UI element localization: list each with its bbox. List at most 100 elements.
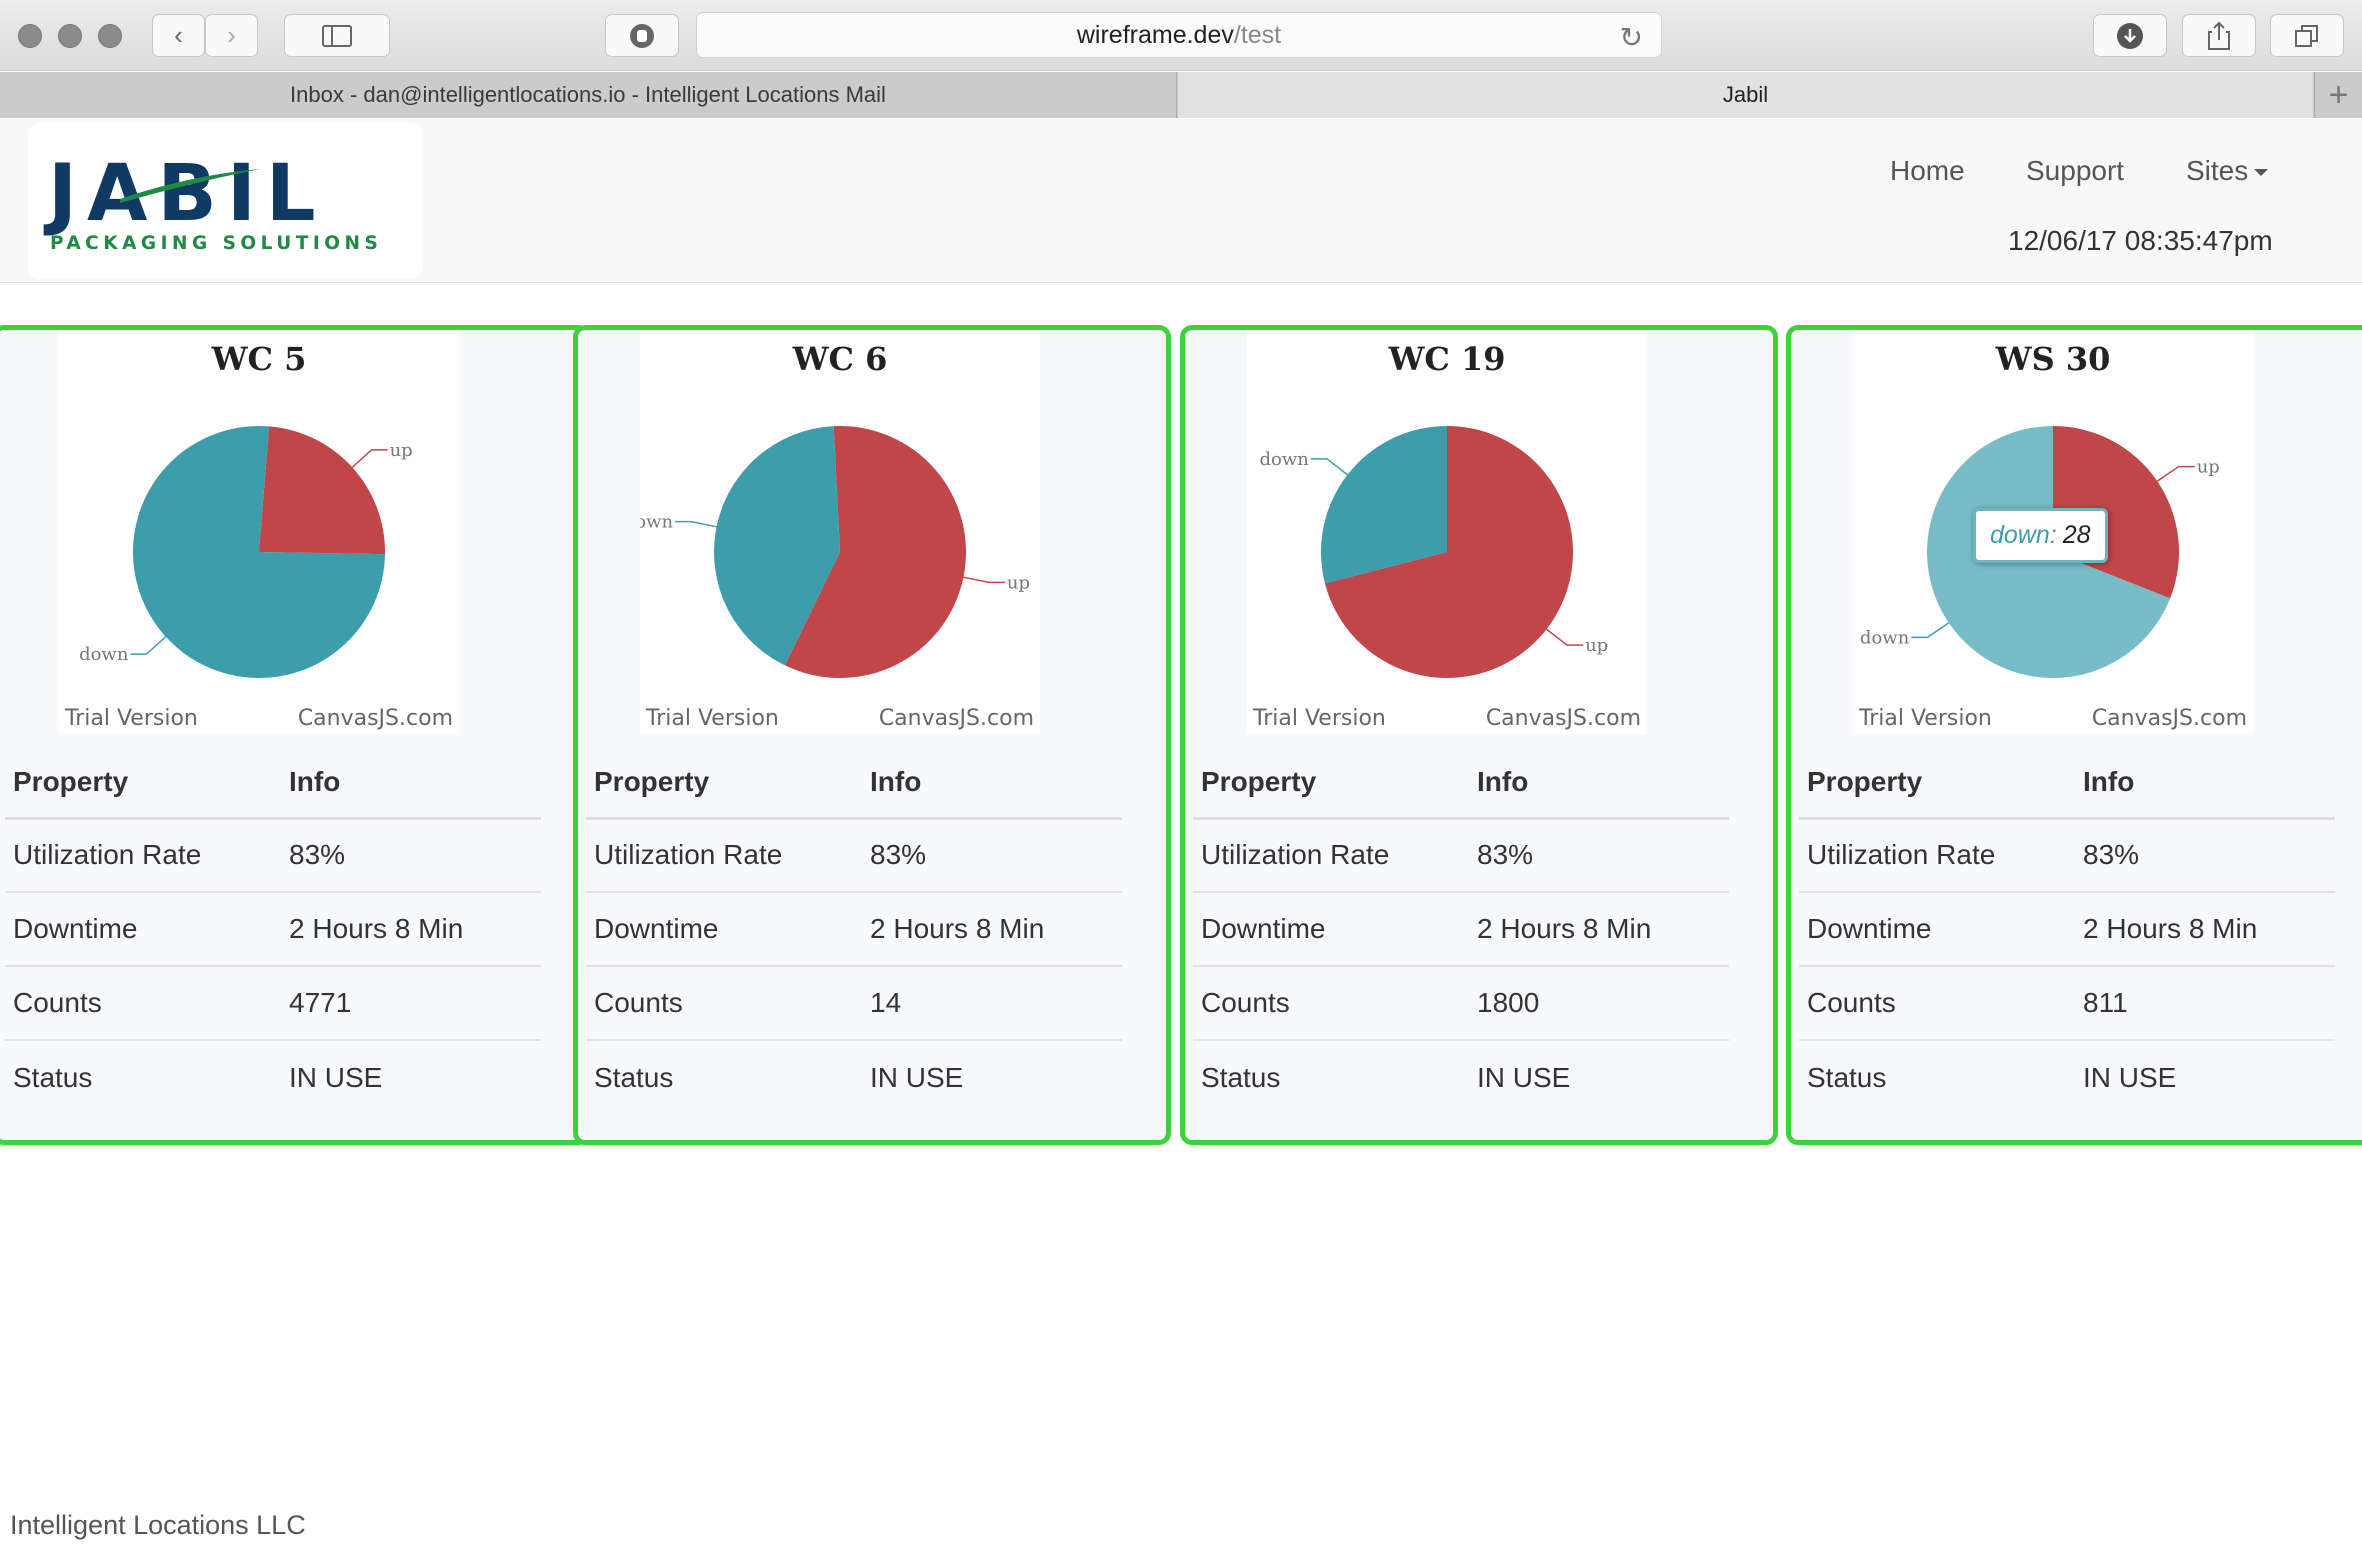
table-row: Utilization Rate 83% [586,818,1122,893]
url-host: wireframe.dev [1076,20,1234,49]
property-header: Property [5,748,281,820]
property-cell: Downtime [1799,892,2075,967]
property-cell: Counts [1799,966,2075,1041]
property-cell: Utilization Rate [1193,818,1469,893]
pie-label: down [1860,627,1910,648]
close-window-button[interactable] [18,24,42,48]
property-table: Property Info Utilization Rate 83% Downt… [1193,748,1729,1114]
tab-jabil[interactable]: Jabil [1178,72,2313,118]
pie-label: up [2197,457,2220,478]
table-row: Downtime 2 Hours 8 Min [1799,892,2335,967]
table-row: Status IN USE [5,1040,541,1114]
pie-label: up [1585,635,1608,656]
property-table: Property Info Utilization Rate 83% Downt… [586,748,1122,1114]
tabs-icon [2295,24,2318,47]
info-cell: 2 Hours 8 Min [281,892,541,967]
sidebar-button[interactable] [284,14,390,57]
property-header: Property [586,748,862,820]
pie-slice-up[interactable] [259,426,386,555]
forward-button[interactable]: › [205,14,258,57]
info-header: Info [1469,748,1729,820]
trial-watermark: Trial Version [1253,706,1386,731]
chevron-right-icon: › [227,20,236,50]
tab-bar: Inbox - dan@intelligentlocations.io - In… [0,72,2362,118]
pie-chart[interactable]: WC 5 up down Trial Version CanvasJS.com [59,330,459,735]
nav-sites-label: Sites [2186,155,2249,186]
property-cell: Downtime [5,892,281,967]
info-cell: 811 [2075,966,2335,1041]
info-cell: IN USE [1477,1061,1571,1093]
browser-toolbar: ‹ › wireframe.dev/test ↻ [0,0,2362,71]
reload-icon[interactable]: ↻ [1620,21,1643,54]
pie-label: down [1260,449,1310,470]
tooltip-value: 28 [2062,521,2091,549]
table-row: Counts 1800 [1193,966,1729,1041]
jabil-logo[interactable]: JABIL PACKAGING SOLUTIONS [28,123,423,279]
tab-label: Inbox - dan@intelligentlocations.io - In… [290,82,886,107]
downloads-button[interactable] [2093,14,2167,57]
pie-label: down [79,644,129,665]
tab-label: Jabil [1722,82,1769,107]
pie-label-leader [1546,628,1584,646]
tab-inbox[interactable]: Inbox - dan@intelligentlocations.io - In… [0,72,1177,118]
nav-support[interactable]: Support [2026,155,2124,187]
pie-chart[interactable]: WS 30 up down Trial Version CanvasJS.com … [1853,330,2253,735]
property-cell: Utilization Rate [5,818,281,893]
share-button[interactable] [2182,14,2256,57]
table-header-row: Property Info [5,748,541,820]
site-navbar: JABIL PACKAGING SOLUTIONS Home Support S… [0,119,2362,283]
info-cell: 2 Hours 8 Min [2075,892,2335,967]
pie-label: up [390,440,413,461]
info-cell: 83% [281,818,541,893]
pie-label-leader [130,636,167,655]
property-cell: Downtime [586,892,862,967]
property-cell: Counts [5,966,281,1041]
tooltip-label: down: [1990,521,2057,549]
pie-chart[interactable]: WC 6 updown Trial Version CanvasJS.com [640,330,1040,735]
info-cell: 83% [862,818,1122,893]
chart-tooltip: down: 28 [1973,508,2108,563]
table-header-row: Property Info [586,748,1122,820]
new-tab-button[interactable]: + [2314,72,2362,118]
canvasjs-watermark: CanvasJS.com [1485,706,1641,731]
property-cell: Status [1201,1061,1281,1093]
table-row: Counts 4771 [5,966,541,1041]
property-cell: Utilization Rate [1799,818,2075,893]
workcenter-card: WS 30 up down Trial Version CanvasJS.com … [1786,325,2362,1145]
info-cell: 2 Hours 8 Min [1469,892,1729,967]
tabs-overview-button[interactable] [2270,14,2344,57]
property-cell: Status [13,1061,93,1093]
table-row: Utilization Rate 83% [1193,818,1729,893]
info-cell: 4771 [281,966,541,1041]
property-header: Property [1193,748,1469,820]
table-row: Status IN USE [1799,1040,2335,1114]
privacy-button[interactable] [605,14,679,57]
pie-label-leader [351,449,388,468]
address-bar[interactable]: wireframe.dev/test ↻ [696,12,1662,58]
workcenter-card: WC 19 up down Trial Version CanvasJS.com … [1180,325,1778,1145]
chevron-left-icon: ‹ [174,20,183,50]
info-header: Info [281,748,541,820]
download-icon [2117,22,2143,49]
nav-home[interactable]: Home [1890,155,1965,187]
pie-chart[interactable]: WC 19 up down Trial Version CanvasJS.com [1247,330,1647,735]
table-row: Downtime 2 Hours 8 Min [1193,892,1729,967]
trial-watermark: Trial Version [1859,706,1992,731]
sidebar-icon [322,24,352,47]
nav-sites-dropdown[interactable]: Sites [2186,155,2269,187]
info-cell: 1800 [1469,966,1729,1041]
info-header: Info [2075,748,2335,820]
back-button[interactable]: ‹ [152,14,205,57]
canvasjs-watermark: CanvasJS.com [297,706,453,731]
trial-watermark: Trial Version [65,706,198,731]
minimize-window-button[interactable] [58,24,82,48]
pie-svg: up down [79,426,413,678]
table-row: Utilization Rate 83% [5,818,541,893]
property-cell: Downtime [1193,892,1469,967]
property-cell: Counts [586,966,862,1041]
canvasjs-watermark: CanvasJS.com [878,706,1034,731]
current-datetime: 12/06/17 08:35:47pm [2008,225,2273,256]
pie-svg: up down [1260,426,1608,678]
zoom-window-button[interactable] [98,24,122,48]
table-header-row: Property Info [1799,748,2335,820]
